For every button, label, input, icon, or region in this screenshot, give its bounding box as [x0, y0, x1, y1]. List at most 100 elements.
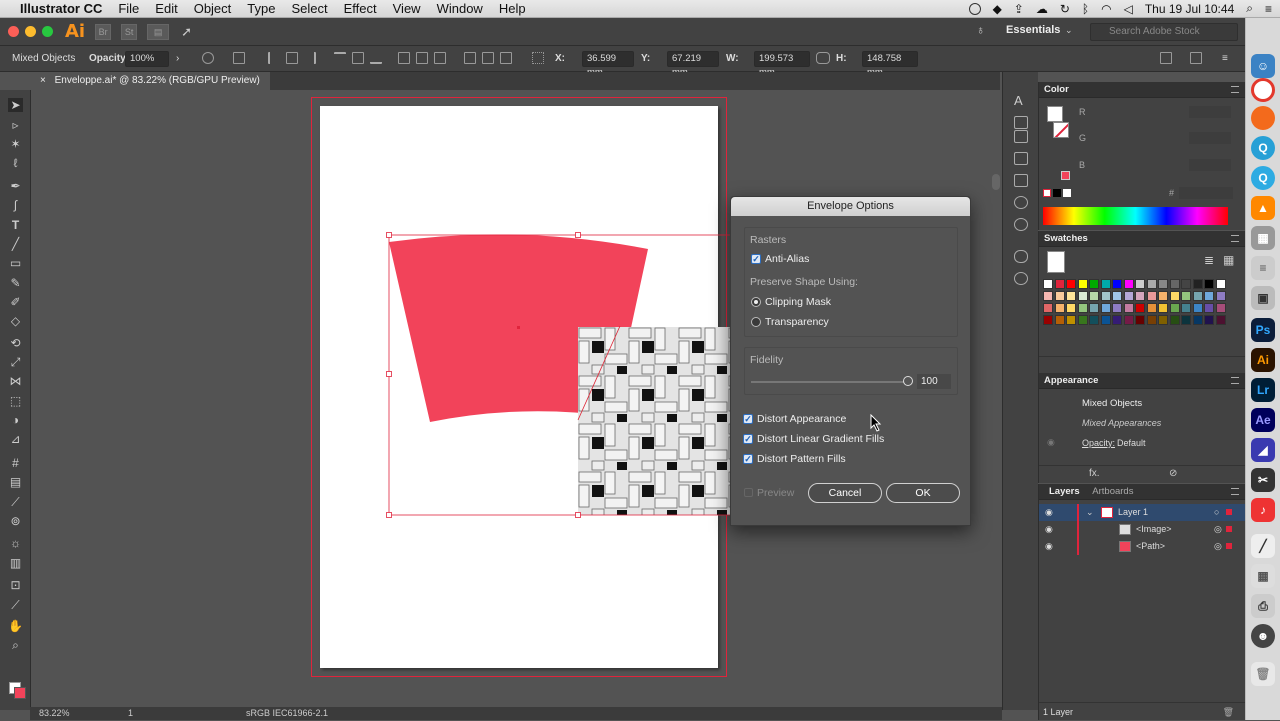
align-to-icon[interactable] [233, 52, 245, 64]
distort-appearance-checkbox[interactable]: ✓ [743, 414, 753, 424]
gpu-performance-icon[interactable]: ➚ [181, 24, 192, 40]
distribute-center-icon[interactable] [482, 52, 494, 64]
delete-layer-icon[interactable]: 🗑 [1223, 703, 1234, 721]
y-field[interactable]: 67.219 mm [667, 51, 719, 78]
r-value-field[interactable] [1189, 106, 1231, 118]
type-tool-icon[interactable]: T [8, 218, 23, 232]
chevron-right-icon[interactable]: › [176, 53, 179, 64]
swatch[interactable] [1158, 291, 1168, 301]
swatch-grid[interactable] [1043, 279, 1233, 353]
upload-icon[interactable]: ⇪ [1014, 2, 1024, 16]
steam-icon[interactable]: ☻ [1251, 624, 1275, 648]
character-panel-icon[interactable]: A [1014, 94, 1028, 107]
direct-selection-tool-icon[interactable]: ▹ [8, 118, 23, 132]
media-encoder-icon[interactable]: ◢ [1251, 438, 1275, 462]
photoshop-icon[interactable]: Ps [1251, 318, 1275, 342]
lightroom-icon[interactable]: Lr [1251, 378, 1275, 402]
distort-pattern-checkbox[interactable]: ✓ [743, 454, 753, 464]
column-graph-tool-icon[interactable]: ▥ [8, 556, 23, 570]
color-profile[interactable]: sRGB IEC61966-2.1 [246, 708, 328, 718]
fill-swatch[interactable] [1047, 106, 1063, 122]
clear-appearance-icon[interactable]: ⊘ [1169, 468, 1177, 479]
swatch[interactable] [1123, 315, 1134, 325]
swatch[interactable] [1192, 315, 1203, 325]
zoom-level[interactable]: 83.22% [39, 708, 70, 718]
swatch[interactable] [1112, 291, 1122, 301]
swatch[interactable] [1077, 315, 1088, 325]
swatch[interactable] [1169, 279, 1180, 289]
swatch[interactable] [1215, 303, 1226, 313]
layer-row[interactable]: ◉ <Path> ◎ [1039, 538, 1246, 555]
document-tab[interactable]: × Enveloppe.ai* @ 83.22% (RGB/GPU Previe… [30, 72, 270, 90]
align-middle-icon[interactable] [352, 52, 364, 64]
swatch[interactable] [1066, 291, 1076, 301]
layer-row[interactable]: ◉ ⌄ Layer 1 ○ [1039, 504, 1246, 521]
clipping-mask-radio[interactable] [751, 297, 761, 307]
fx-button[interactable]: fx. [1089, 468, 1100, 479]
swatch[interactable] [1043, 279, 1053, 289]
perspective-grid-tool-icon[interactable]: ⊿ [8, 432, 23, 446]
align-right-icon[interactable] [304, 52, 316, 64]
menu-select[interactable]: Select [283, 1, 335, 16]
list-view-icon[interactable]: ≣ [1204, 253, 1214, 267]
swatch[interactable] [1169, 303, 1180, 313]
swatch[interactable] [1146, 291, 1157, 301]
swatch[interactable] [1100, 291, 1111, 301]
visibility-eye-icon[interactable]: ◉ [1045, 521, 1053, 538]
quicktime-icon[interactable]: Q [1251, 136, 1275, 160]
swatches-panel-title[interactable]: Swatches [1044, 233, 1088, 244]
artboard[interactable] [320, 106, 718, 668]
symbols-panel-icon[interactable] [1014, 196, 1028, 209]
distribute-right-icon[interactable] [500, 52, 512, 64]
mesh-tool-icon[interactable]: # [8, 456, 23, 470]
x-field[interactable]: 36.599 mm [582, 51, 634, 78]
menu-file[interactable]: File [110, 1, 147, 16]
anti-alias-label[interactable]: Anti-Alias [765, 253, 809, 265]
app-menu[interactable]: Illustrator CC [16, 1, 110, 16]
close-window-button[interactable] [8, 26, 19, 37]
paragraph-panel-icon[interactable] [1014, 116, 1028, 129]
color-spectrum[interactable] [1043, 207, 1228, 225]
rectangle-tool-icon[interactable]: ▭ [8, 256, 23, 270]
clock[interactable]: Thu 19 Jul 10:44 [1145, 2, 1234, 16]
wifi-icon[interactable]: ◠ [1101, 2, 1111, 16]
swatch[interactable] [1112, 303, 1122, 313]
image-capture-icon[interactable]: ▦ [1251, 564, 1275, 588]
align-center-icon[interactable] [286, 52, 298, 64]
distort-appearance-label[interactable]: Distort Appearance [757, 413, 846, 425]
color-panel-title[interactable]: Color [1044, 84, 1069, 95]
swatch[interactable] [1158, 279, 1168, 289]
stroke-swatch[interactable] [1053, 122, 1069, 138]
swatch[interactable] [1100, 315, 1111, 325]
distribute-left-icon[interactable] [464, 52, 476, 64]
swatch[interactable] [1192, 291, 1203, 301]
layer-name[interactable]: <Image> [1136, 521, 1172, 538]
chrome-icon[interactable] [1251, 78, 1275, 102]
eraser-tool-icon[interactable]: ◇ [8, 314, 23, 328]
align-left-icon[interactable] [268, 52, 280, 64]
distribute-bottom-icon[interactable] [434, 52, 446, 64]
swatch[interactable] [1215, 315, 1226, 325]
swatch[interactable] [1204, 303, 1214, 313]
swatch[interactable] [1169, 291, 1180, 301]
swatch[interactable] [1043, 291, 1053, 301]
pen-tool-icon[interactable]: ✒ [8, 179, 23, 193]
swatch[interactable] [1146, 279, 1157, 289]
menu-edit[interactable]: Edit [147, 1, 185, 16]
transform-icon[interactable] [1160, 52, 1172, 64]
selected-art-indicator[interactable] [1226, 509, 1232, 515]
links-panel-icon[interactable] [1014, 250, 1028, 263]
tab-artboards[interactable]: Artboards [1087, 484, 1138, 500]
bridge-button[interactable]: Br [95, 23, 112, 40]
free-transform-tool-icon[interactable]: ⬚ [8, 394, 23, 408]
symbol-sprayer-tool-icon[interactable]: ☼ [8, 536, 23, 550]
chevron-down-icon[interactable]: ⌄ [1086, 504, 1094, 521]
distort-gradient-label[interactable]: Distort Linear Gradient Fills [757, 433, 884, 445]
blend-tool-icon[interactable]: ⊚ [8, 514, 23, 528]
arrange-documents-button[interactable]: ▤ [147, 23, 170, 40]
isolate-icon[interactable] [1190, 52, 1202, 64]
stock-button[interactable]: St [121, 23, 138, 40]
rotate-tool-icon[interactable]: ⟲ [8, 336, 23, 350]
recolor-icon[interactable] [202, 52, 214, 64]
finder-icon[interactable]: ☺ [1251, 54, 1275, 78]
